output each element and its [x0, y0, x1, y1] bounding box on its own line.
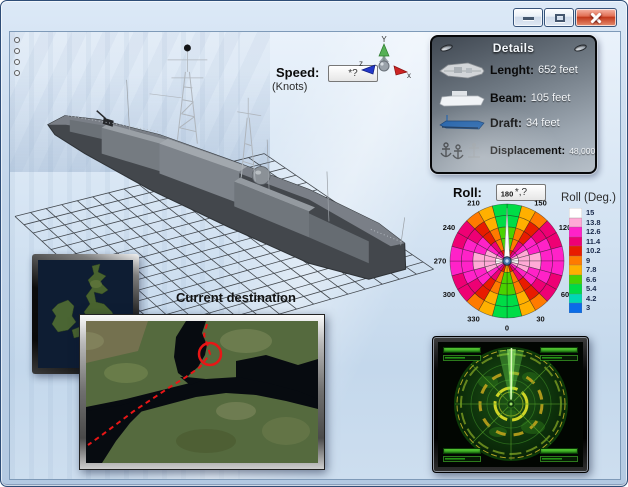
details-row-beam: Beam: 105 feet [438, 88, 589, 108]
legend-entry: 3 [569, 303, 621, 313]
roll-sector [507, 305, 522, 318]
legend-swatch [569, 218, 582, 228]
legend-value: 7.8 [586, 265, 596, 275]
roll-sector [450, 261, 463, 276]
legend-swatch [569, 237, 582, 247]
maximize-icon [555, 14, 565, 22]
details-row-displacement: Displacement: 48,000 long tons [438, 139, 589, 163]
legend-value: 11.4 [586, 237, 600, 247]
roll-angle-label: 180 [501, 190, 514, 199]
roll-legend: Roll (Deg.) 1513.812.611.410.297.86.65.4… [561, 192, 621, 313]
axis-gizmo-icon[interactable]: Y x z [358, 34, 412, 92]
legend-entry: 10.2 [569, 246, 621, 256]
legend-swatch [569, 303, 582, 313]
legend-entry: 5.4 [569, 284, 621, 294]
legend-value: 6.6 [586, 275, 596, 285]
radar-frame [432, 336, 589, 473]
radar-display [438, 342, 583, 467]
handle-dot [14, 59, 20, 65]
svg-text:Y: Y [381, 35, 387, 44]
legend-swatch [569, 256, 582, 266]
details-panel: Details Lenght: 652 feet [430, 35, 597, 174]
roll-angle-label: 30 [536, 315, 544, 324]
details-row-draft: Draft: 34 feet [438, 114, 589, 132]
legend-entry: 9 [569, 256, 621, 266]
legend-value: 10.2 [586, 246, 601, 256]
legend-value: 13.8 [586, 218, 601, 228]
roll-angle-label: 270 [434, 257, 447, 266]
legend-entry: 12.6 [569, 227, 621, 237]
roll-angle-label: 0 [505, 324, 509, 333]
legend-swatch [569, 294, 582, 304]
legend-value: 5.4 [586, 284, 596, 294]
roll-legend-title: Roll (Deg.) [561, 192, 621, 204]
titlebar[interactable] [1, 1, 627, 31]
legend-swatch [569, 265, 582, 275]
destination-map-frame [79, 314, 325, 470]
roll-angle-label: 330 [467, 315, 480, 324]
close-button[interactable] [575, 8, 617, 27]
radar-signal-bar [443, 355, 481, 361]
radar-signal-bar [443, 448, 481, 454]
destination-map [86, 321, 318, 463]
legend-swatch [569, 227, 582, 237]
radar-signal-bar [443, 456, 481, 462]
radar-signal-bar [540, 456, 578, 462]
roll-angle-label: 150 [534, 198, 547, 207]
legend-value: 4.2 [586, 294, 596, 304]
legend-value: 9 [586, 256, 590, 266]
screw-icon [439, 43, 453, 53]
destination-label: Current destination [152, 290, 320, 305]
legend-value: 15 [586, 208, 594, 218]
minimize-icon [523, 17, 534, 20]
legend-entry: 11.4 [569, 237, 621, 247]
legend-entry: 15 [569, 208, 621, 218]
roll-sector [492, 204, 507, 217]
roll-angle-label: 210 [467, 198, 480, 207]
legend-swatch [569, 246, 582, 256]
svg-text:x: x [407, 71, 411, 80]
view-handle-dots [14, 37, 20, 76]
details-row-length: Lenght: 652 feet [438, 59, 589, 81]
legend-value: 3 [586, 303, 590, 313]
maximize-button[interactable] [544, 8, 574, 27]
radar-signal-bar [540, 347, 578, 353]
displacement-icon [438, 139, 490, 163]
dashboard: Speed: (Knots) Y x z Details [9, 31, 621, 480]
legend-value: 12.6 [586, 227, 601, 237]
roll-angle-label: 300 [443, 290, 456, 299]
legend-swatch [569, 208, 582, 218]
legend-entry: 7.8 [569, 265, 621, 275]
roll-angle-label: 240 [443, 223, 456, 232]
speed-unit-label: (Knots) [272, 81, 307, 93]
svg-text:z: z [359, 59, 363, 68]
app-window: Speed: (Knots) Y x z Details [0, 0, 628, 487]
ship-length-icon [438, 59, 490, 81]
details-title: Details [493, 41, 534, 55]
legend-entry: 13.8 [569, 218, 621, 228]
screw-icon [573, 43, 587, 53]
radar-signal-bar [540, 448, 578, 454]
ship-draft-icon [438, 114, 490, 132]
minimize-button[interactable] [513, 8, 543, 27]
handle-dot [14, 48, 20, 54]
handle-dot [14, 70, 20, 76]
handle-dot [14, 37, 20, 43]
legend-entry: 6.6 [569, 275, 621, 285]
legend-swatch [569, 284, 582, 294]
speed-label: Speed: [276, 65, 319, 80]
legend-entry: 4.2 [569, 294, 621, 304]
ship-beam-icon [438, 88, 490, 108]
radar-signal-bar [540, 355, 578, 361]
radar-signal-bar [443, 347, 481, 353]
legend-swatch [569, 275, 582, 285]
close-icon [590, 11, 603, 24]
